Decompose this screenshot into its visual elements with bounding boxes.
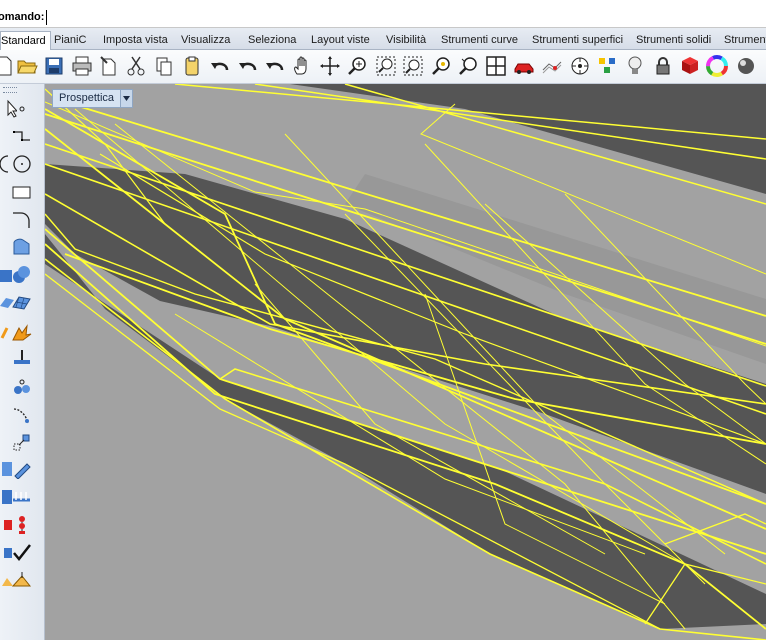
light-bulb-icon[interactable]	[623, 53, 647, 79]
car-render-icon[interactable]	[512, 53, 536, 79]
cut-icon[interactable]	[124, 53, 148, 79]
main-left-toolbar	[0, 84, 45, 640]
analyze-icon[interactable]	[0, 540, 16, 564]
zoom-icon[interactable]	[346, 53, 370, 79]
text-icon[interactable]	[0, 484, 16, 508]
wireframe-icon[interactable]	[540, 53, 564, 79]
import-icon[interactable]	[97, 53, 121, 79]
copy-icon[interactable]	[152, 53, 176, 79]
standard-toolbar	[0, 50, 766, 84]
transform-icon[interactable]	[9, 430, 33, 454]
drafting-icon[interactable]	[0, 568, 16, 592]
wireframe-scene	[45, 84, 766, 640]
perspective-viewport[interactable]: Prospettica	[45, 84, 766, 640]
history-icon[interactable]	[0, 512, 16, 536]
solid-box-icon[interactable]	[0, 262, 16, 286]
rectangle-icon[interactable]	[9, 180, 33, 204]
edit-points-icon[interactable]	[0, 456, 16, 480]
tab-pianic[interactable]: PianiC	[54, 33, 86, 48]
viewport-title: Prospettica	[59, 92, 115, 104]
paste-icon[interactable]	[180, 53, 204, 79]
open-folder-icon[interactable]	[15, 53, 39, 79]
arc-icon[interactable]	[0, 151, 16, 175]
rotate-view-icon[interactable]	[318, 53, 342, 79]
tab-standard[interactable]: Standard	[0, 31, 51, 50]
layers-icon[interactable]	[596, 53, 620, 79]
toolbar-grip[interactable]	[3, 87, 17, 93]
tab-strumenti-curve[interactable]: Strumenti curve	[441, 33, 518, 48]
redo-icon[interactable]	[236, 53, 260, 79]
tab-visibilita[interactable]: Visibilità	[386, 33, 426, 48]
boolean-icon[interactable]	[9, 346, 33, 370]
curve-fillet-icon[interactable]	[9, 207, 33, 231]
tab-seleziona[interactable]: Seleziona	[248, 33, 296, 48]
command-input[interactable]	[46, 10, 766, 25]
viewport-title-tab[interactable]: Prospettica	[52, 89, 134, 108]
tab-imposta-vista[interactable]: Imposta vista	[103, 33, 168, 48]
four-viewports-icon[interactable]	[484, 53, 508, 79]
polyline-icon[interactable]	[9, 124, 33, 148]
lock-icon[interactable]	[651, 53, 675, 79]
target-icon[interactable]	[568, 53, 592, 79]
tab-strumenti-more[interactable]: Strument	[724, 33, 766, 48]
tab-layout-viste[interactable]: Layout viste	[311, 33, 370, 48]
point-icon[interactable]	[9, 96, 33, 120]
tab-strumenti-superfici[interactable]: Strumenti superfici	[532, 33, 623, 48]
zoom-selected-icon[interactable]	[430, 53, 454, 79]
zoom-extents-icon[interactable]	[401, 53, 425, 79]
pan-hand-icon[interactable]	[290, 53, 314, 79]
sphere-render-icon[interactable]	[734, 53, 758, 79]
material-icon[interactable]	[678, 53, 702, 79]
command-line: omando:	[0, 9, 766, 28]
mesh-icon[interactable]	[0, 290, 16, 314]
zoom-target-icon[interactable]	[457, 53, 481, 79]
undo-icon[interactable]	[208, 53, 232, 79]
split-icon[interactable]	[0, 320, 16, 344]
toolbar-tabs: Standard PianiC Imposta vista Visualizza…	[0, 28, 766, 50]
save-icon[interactable]	[42, 53, 66, 79]
command-label: omando:	[0, 11, 45, 23]
zoom-window-icon[interactable]	[374, 53, 398, 79]
surface-icon[interactable]	[9, 234, 33, 258]
curve-from-object-icon[interactable]	[9, 402, 33, 426]
print-icon[interactable]	[70, 53, 94, 79]
group-icon[interactable]	[9, 374, 33, 398]
undo-view-icon[interactable]	[263, 53, 287, 79]
new-file-icon[interactable]	[0, 53, 16, 79]
tab-strumenti-solidi[interactable]: Strumenti solidi	[636, 33, 711, 48]
tab-visualizza[interactable]: Visualizza	[181, 33, 230, 48]
color-wheel-icon[interactable]	[705, 53, 729, 79]
viewport-dropdown-icon[interactable]	[120, 90, 133, 107]
